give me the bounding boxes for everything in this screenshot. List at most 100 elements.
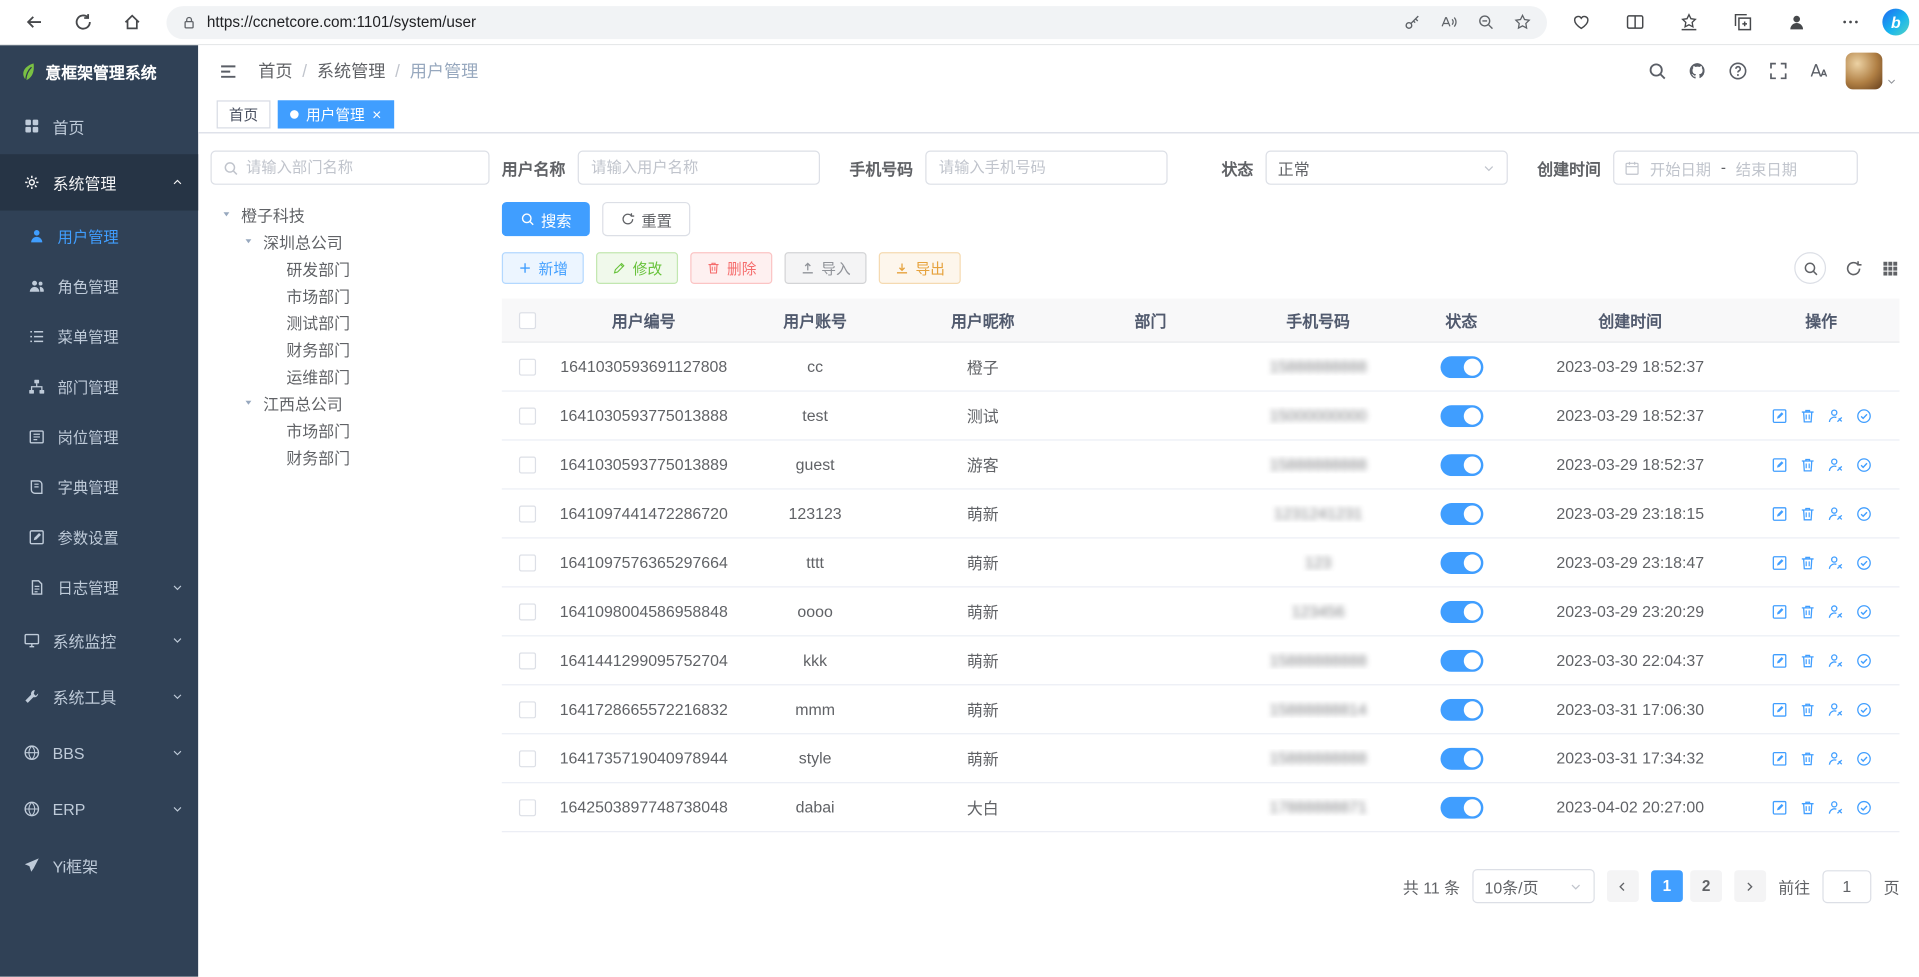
prev-page-button[interactable] <box>1607 870 1639 902</box>
delete-button[interactable]: 删除 <box>690 252 772 284</box>
sidebar-item-system[interactable]: 系统管理 <box>0 154 198 210</box>
collections-icon[interactable] <box>1718 4 1767 41</box>
assign-role-icon[interactable] <box>1855 554 1872 571</box>
tree-node[interactable]: 深圳总公司 <box>211 228 490 255</box>
delete-icon[interactable] <box>1799 701 1816 718</box>
columns-grid-icon[interactable] <box>1881 259 1899 277</box>
font-size-icon[interactable] <box>1809 61 1829 81</box>
sidebar-item-log[interactable]: 日志管理 <box>0 562 198 612</box>
sidebar-item-config[interactable]: 参数设置 <box>0 512 198 562</box>
key-icon[interactable] <box>1395 7 1429 36</box>
tab-home[interactable]: 首页 <box>217 100 271 128</box>
tree-node[interactable]: 测试部门 <box>211 308 490 335</box>
reset-password-icon[interactable] <box>1827 750 1844 767</box>
browser-essentials-icon[interactable] <box>1557 4 1606 41</box>
refresh-icon[interactable] <box>1844 259 1862 277</box>
next-page-button[interactable] <box>1734 870 1766 902</box>
toggle-search-icon[interactable] <box>1794 252 1826 284</box>
zoom-out-icon[interactable] <box>1469 7 1503 36</box>
edit-icon[interactable] <box>1770 652 1787 669</box>
home-icon[interactable] <box>108 4 157 41</box>
row-checkbox[interactable] <box>519 456 536 473</box>
favorites-bar-icon[interactable] <box>1665 4 1714 41</box>
status-toggle[interactable] <box>1440 600 1483 622</box>
tree-node[interactable]: 财务部门 <box>211 443 490 470</box>
back-icon[interactable] <box>10 4 59 41</box>
assign-role-icon[interactable] <box>1855 505 1872 522</box>
sidebar-item-dept[interactable]: 部门管理 <box>0 361 198 411</box>
edit-button[interactable]: 修改 <box>596 252 678 284</box>
row-checkbox[interactable] <box>519 750 536 767</box>
reset-password-icon[interactable] <box>1827 603 1844 620</box>
date-range-picker[interactable]: 开始日期 - 结束日期 <box>1613 151 1858 185</box>
delete-icon[interactable] <box>1799 652 1816 669</box>
search-button[interactable]: 搜索 <box>502 202 590 236</box>
assign-role-icon[interactable] <box>1855 750 1872 767</box>
assign-role-icon[interactable] <box>1855 652 1872 669</box>
assign-role-icon[interactable] <box>1855 456 1872 473</box>
sidebar-item-dict[interactable]: 字典管理 <box>0 461 198 511</box>
username-input[interactable] <box>578 151 820 185</box>
assign-role-icon[interactable] <box>1855 603 1872 620</box>
status-toggle[interactable] <box>1440 698 1483 720</box>
import-button[interactable]: 导入 <box>785 252 867 284</box>
row-checkbox[interactable] <box>519 701 536 718</box>
favorite-star-icon[interactable] <box>1505 7 1539 36</box>
status-toggle[interactable] <box>1440 502 1483 524</box>
delete-icon[interactable] <box>1799 505 1816 522</box>
edit-icon[interactable] <box>1770 750 1787 767</box>
caret-down-icon[interactable] <box>242 235 263 247</box>
reset-password-icon[interactable] <box>1827 407 1844 424</box>
reset-password-icon[interactable] <box>1827 652 1844 669</box>
status-toggle[interactable] <box>1440 796 1483 818</box>
caret-down-icon[interactable] <box>242 397 263 409</box>
reset-password-icon[interactable] <box>1827 701 1844 718</box>
status-toggle[interactable] <box>1440 404 1483 426</box>
row-checkbox[interactable] <box>519 358 536 375</box>
add-button[interactable]: 新增 <box>502 252 584 284</box>
github-icon[interactable] <box>1688 61 1708 81</box>
page-button-1[interactable]: 1 <box>1651 870 1683 902</box>
status-toggle[interactable] <box>1440 453 1483 475</box>
search-icon[interactable] <box>1647 61 1667 81</box>
delete-icon[interactable] <box>1799 554 1816 571</box>
select-all-checkbox[interactable] <box>519 311 536 328</box>
status-select[interactable]: 正常 <box>1266 151 1508 185</box>
phone-input[interactable] <box>925 151 1167 185</box>
breadcrumb-item[interactable]: 系统管理 <box>317 59 386 83</box>
status-toggle[interactable] <box>1440 649 1483 671</box>
reset-password-icon[interactable] <box>1827 456 1844 473</box>
page-button-2[interactable]: 2 <box>1690 870 1722 902</box>
delete-icon[interactable] <box>1799 603 1816 620</box>
url-text[interactable]: https://ccnetcore.com:1101/system/user <box>207 13 1395 30</box>
sidebar-item-erp[interactable]: ERP <box>0 781 198 837</box>
status-toggle[interactable] <box>1440 747 1483 769</box>
question-icon[interactable] <box>1728 61 1748 81</box>
edit-icon[interactable] <box>1770 407 1787 424</box>
sidebar-item-post[interactable]: 岗位管理 <box>0 411 198 461</box>
read-aloud-icon[interactable] <box>1432 7 1466 36</box>
browser-address-bar[interactable]: https://ccnetcore.com:1101/system/user <box>166 6 1547 39</box>
tree-node[interactable]: 江西总公司 <box>211 389 490 416</box>
delete-icon[interactable] <box>1799 799 1816 816</box>
fullscreen-icon[interactable] <box>1769 61 1789 81</box>
edit-icon[interactable] <box>1770 456 1787 473</box>
tab-user-management[interactable]: 用户管理× <box>278 100 394 128</box>
close-icon[interactable]: × <box>372 106 381 122</box>
row-checkbox[interactable] <box>519 505 536 522</box>
sidebar-item-menu[interactable]: 菜单管理 <box>0 311 198 361</box>
edit-icon[interactable] <box>1770 701 1787 718</box>
edit-icon[interactable] <box>1770 554 1787 571</box>
sidebar-item-role[interactable]: 角色管理 <box>0 261 198 311</box>
sidebar-item-bbs[interactable]: BBS <box>0 725 198 781</box>
page-size-select[interactable]: 10条/页 <box>1472 869 1594 903</box>
assign-role-icon[interactable] <box>1855 701 1872 718</box>
tree-node[interactable]: 市场部门 <box>211 281 490 308</box>
user-avatar[interactable] <box>1846 53 1897 90</box>
split-screen-icon[interactable] <box>1611 4 1660 41</box>
breadcrumb-item[interactable]: 首页 <box>258 59 292 83</box>
department-search[interactable] <box>211 151 490 185</box>
status-toggle[interactable] <box>1440 551 1483 573</box>
sidebar-item-yi[interactable]: Yi框架 <box>0 837 198 893</box>
more-icon[interactable] <box>1826 4 1875 41</box>
